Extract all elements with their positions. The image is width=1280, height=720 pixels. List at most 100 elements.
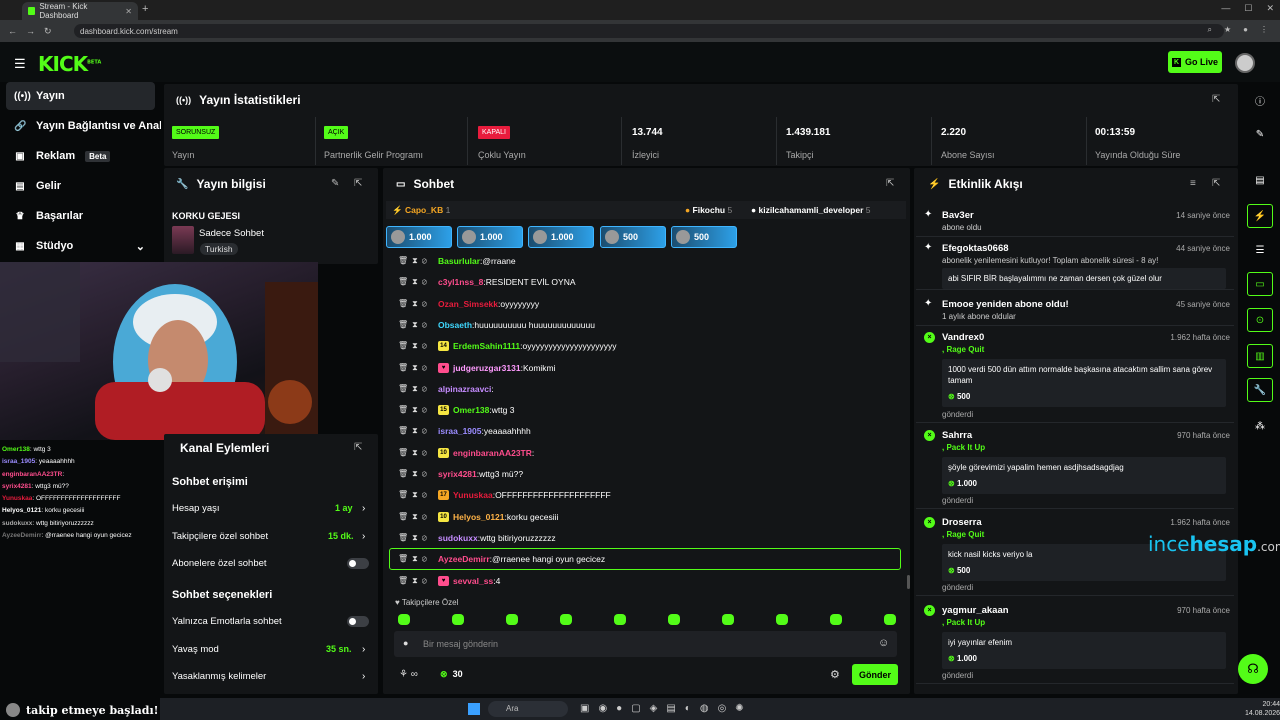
start-icon[interactable]	[468, 703, 480, 715]
shield-icon[interactable]: ⚘ ∞	[399, 669, 418, 680]
popout-icon[interactable]: ⇱	[354, 178, 362, 189]
mod-actions-icon[interactable]: 🗑⧗⊘	[398, 469, 438, 479]
bolt-icon[interactable]: ⚡	[1247, 204, 1273, 228]
avatar[interactable]	[1235, 53, 1255, 73]
chat-username[interactable]: alpinazraavci	[438, 384, 491, 394]
emote-icon[interactable]	[452, 614, 464, 625]
go-live-button[interactable]: K Go Live	[1168, 51, 1222, 73]
mod-actions-icon[interactable]: 🗑⧗⊘	[398, 320, 438, 330]
chat-username[interactable]: sevval_ss	[453, 576, 493, 586]
support-chat-icon[interactable]: ☊	[1238, 654, 1268, 684]
chat-message[interactable]: 🗑⧗⊘ ♥ judgeruzgar3131: Komikmi	[398, 359, 556, 377]
taskbar-search[interactable]: Ara	[488, 701, 568, 717]
minimize-icon[interactable]: —	[1221, 3, 1230, 14]
sidebar-item-baglanti[interactable]: 🔗 Yayın Bağlantısı ve Anahtarı	[6, 112, 161, 140]
popout-icon[interactable]: ⇱	[886, 178, 894, 189]
chevron-right-icon[interactable]: ›	[362, 531, 365, 542]
chat-username[interactable]: Helyos_0121	[453, 512, 505, 522]
chat-message[interactable]: 🗑⧗⊘ ♥ sevval_ss: 4	[398, 572, 500, 590]
chat-message[interactable]: 🗑⧗⊘ alpinazraavci:	[398, 380, 494, 398]
chat-username[interactable]: Ozan_Simsekk	[438, 299, 498, 309]
sidebar-item-gelir[interactable]: ▤ Gelir	[6, 172, 155, 200]
chat-message[interactable]: 🗑⧗⊘ syrix4281: wttg3 mü??	[398, 465, 523, 483]
emote-icon[interactable]	[668, 614, 680, 625]
gear-icon[interactable]: ⚙	[830, 668, 840, 681]
chat-icon[interactable]: ▭	[1247, 272, 1273, 296]
chevron-right-icon[interactable]: ›	[362, 671, 365, 682]
chat-username[interactable]: syrix4281	[438, 469, 477, 479]
chat-message[interactable]: 🗑⧗⊘ 10 enginbaranAA23TR:	[398, 444, 534, 462]
emote-icon[interactable]	[884, 614, 896, 625]
sidebar-item-studyo[interactable]: ▦ Stüdyo ⌄	[6, 232, 155, 260]
slow-mode-value[interactable]: 35 sn.	[326, 644, 352, 654]
send-button[interactable]: Gönder	[852, 664, 898, 685]
chat-username[interactable]: c3yl1nss_8	[438, 277, 483, 287]
subs-only-toggle[interactable]	[347, 558, 369, 569]
gift-pill[interactable]: 1.000	[528, 226, 594, 248]
mod-actions-icon[interactable]: 🗑⧗⊘	[398, 256, 438, 266]
wrench-icon[interactable]: 🔧	[1247, 378, 1273, 402]
chevron-right-icon[interactable]: ›	[362, 644, 365, 655]
emote-icon[interactable]	[398, 614, 410, 625]
emote-icon[interactable]	[614, 614, 626, 625]
info-icon[interactable]: ⓘ	[1247, 88, 1273, 112]
forward-icon[interactable]: →	[26, 26, 36, 36]
chat-message[interactable]: 🗑⧗⊘ sudokuxx: wttg bitiriyoruzzzzzz	[398, 529, 556, 547]
hamburger-menu-icon[interactable]: ☰	[14, 56, 26, 72]
emoji-icon[interactable]: ☺	[878, 637, 889, 649]
popout-icon[interactable]: ⇱	[1212, 94, 1220, 105]
mod-actions-icon[interactable]: 🗑⧗⊘	[398, 341, 438, 351]
sidebar-item-reklam[interactable]: ▣ Reklam Beta	[6, 142, 155, 170]
mod-actions-icon[interactable]: 🗑⧗⊘	[398, 405, 438, 415]
maximize-icon[interactable]: ☐	[1244, 3, 1252, 14]
menu-icon[interactable]: ⋮	[1260, 25, 1268, 35]
sidebar-item-yayin[interactable]: ((•)) Yayın	[6, 82, 155, 110]
popout-icon[interactable]: ⇱	[1212, 178, 1220, 189]
chat-message[interactable]: 🗑⧗⊘ 17 Yunuskaa: OFFFFFFFFFFFFFFFFFFFFF	[398, 486, 611, 504]
emotes-only-toggle[interactable]	[347, 616, 369, 627]
browser-tab[interactable]: Stream - Kick Dashboard ✕	[22, 2, 138, 20]
chat-scrollbar[interactable]	[907, 575, 910, 589]
reload-icon[interactable]: ↻	[44, 26, 54, 37]
account-age-value[interactable]: 1 ay	[335, 503, 353, 513]
profile-icon[interactable]: ●	[1243, 25, 1248, 35]
back-icon[interactable]: ←	[8, 26, 18, 36]
chat-username[interactable]: judgeruzgar3131	[453, 363, 521, 373]
chat-username[interactable]: enginbaranAA23TR	[453, 448, 532, 458]
sidebar-item-basarilar[interactable]: ♛ Başarılar	[6, 202, 155, 230]
leader-1[interactable]: ⚡ Capo_KB 1	[392, 205, 450, 216]
chevron-right-icon[interactable]: ›	[362, 503, 365, 514]
bookmark-icon[interactable]: ★	[1224, 25, 1231, 35]
chat-username[interactable]: Basurlular	[438, 256, 480, 266]
mod-actions-icon[interactable]: 🗑⧗⊘	[398, 277, 438, 287]
url-field[interactable]: dashboard.kick.com/stream	[74, 24, 1224, 38]
emote-icon[interactable]	[830, 614, 842, 625]
emote-icon[interactable]	[560, 614, 572, 625]
broadcast-icon[interactable]: ⊙	[1247, 308, 1273, 332]
filter-icon[interactable]: ≡	[1190, 178, 1196, 189]
share-icon[interactable]: ⁂	[1247, 414, 1273, 438]
save-icon[interactable]: ▥	[1247, 344, 1273, 368]
gift-pill[interactable]: 500	[600, 226, 666, 248]
leader-3[interactable]: ● kizilcahamamli_developer 5	[751, 205, 871, 215]
chat-username[interactable]: Obsaeth	[438, 320, 472, 330]
mod-actions-icon[interactable]: 🗑⧗⊘	[398, 448, 438, 458]
chat-message[interactable]: 🗑⧗⊘ Obsaeth: huuuuuuuuuu huuuuuuuuuuuuu	[398, 316, 595, 334]
edit-icon[interactable]: ✎	[1247, 122, 1273, 146]
chat-username[interactable]: ErdemSahin1111	[453, 341, 520, 351]
mod-actions-icon[interactable]: 🗑⧗⊘	[398, 533, 438, 543]
mod-actions-icon[interactable]: 🗑⧗⊘	[398, 384, 438, 394]
mod-actions-icon[interactable]: 🗑⧗⊘	[398, 426, 438, 436]
mod-actions-icon[interactable]: 🗑⧗⊘	[398, 512, 438, 522]
mod-actions-icon[interactable]: 🗑⧗⊘	[398, 299, 438, 309]
emote-icon[interactable]	[506, 614, 518, 625]
gift-pill[interactable]: 500	[671, 226, 737, 248]
chat-username[interactable]: Yunuskaa	[453, 490, 493, 500]
emote-icon[interactable]	[776, 614, 788, 625]
followers-only-value[interactable]: 15 dk.	[328, 531, 354, 541]
chat-username[interactable]: israa_1905	[438, 426, 482, 436]
emote-icon[interactable]	[722, 614, 734, 625]
gift-pill[interactable]: 1.000	[386, 226, 452, 248]
gift-pill[interactable]: 1.000	[457, 226, 523, 248]
chat-message[interactable]: 🗑⧗⊘ 10 Helyos_0121: korku gecesiii	[398, 508, 558, 526]
